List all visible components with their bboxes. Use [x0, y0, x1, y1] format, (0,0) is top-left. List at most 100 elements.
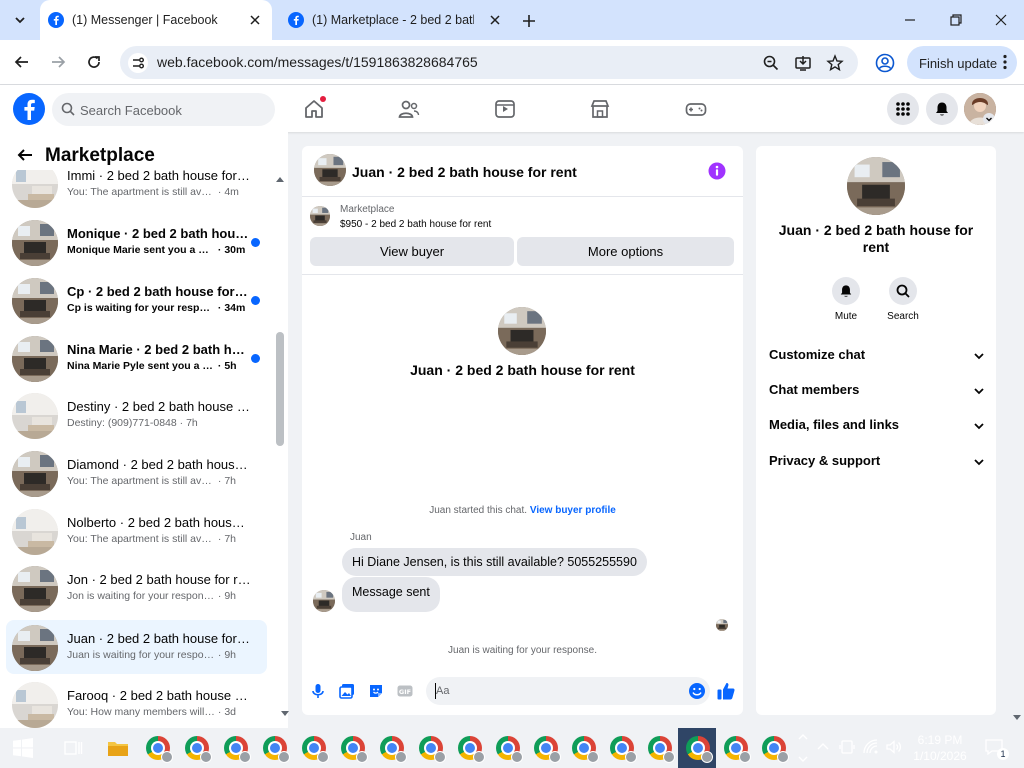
reload-icon[interactable]: [85, 53, 103, 71]
minimize-window-icon[interactable]: [902, 12, 918, 28]
chat-members-section[interactable]: Chat members: [769, 382, 985, 402]
mute-button[interactable]: Mute: [821, 277, 871, 322]
conversation-item[interactable]: Immi · 2 bed 2 bath house for rent You: T…: [6, 170, 267, 211]
friends-icon[interactable]: [397, 97, 421, 121]
back-arrow-icon[interactable]: [13, 53, 31, 71]
message-bubble[interactable]: Message sent: [342, 577, 440, 612]
chevron-up-icon[interactable]: [796, 731, 810, 743]
chat-avatar[interactable]: [314, 154, 346, 186]
chrome-taskbar-icon[interactable]: [724, 736, 751, 763]
view-buyer-button[interactable]: View buyer: [310, 237, 514, 266]
facebook-logo-icon[interactable]: [13, 93, 45, 125]
more-options-button[interactable]: More options: [517, 237, 734, 266]
conversation-item[interactable]: Destiny · 2 bed 2 bath house for rent Des…: [6, 388, 267, 442]
new-tab-plus-icon[interactable]: [520, 12, 538, 30]
task-view-icon[interactable]: [61, 736, 85, 760]
chrome-taskbar-icon[interactable]: [380, 736, 407, 763]
privacy-support-section[interactable]: Privacy & support: [769, 453, 985, 473]
close-tab-icon[interactable]: [488, 13, 502, 27]
conversation-item[interactable]: Nina Marie · 2 bed 2 bath house for rent…: [6, 331, 267, 385]
menu-grid-button[interactable]: [887, 93, 919, 125]
conversation-item[interactable]: Farooq · 2 bed 2 bath house for rent You:…: [6, 677, 267, 728]
chrome-taskbar-icon[interactable]: [341, 736, 368, 763]
address-bar[interactable]: web.facebook.com/messages/t/159186382868…: [120, 46, 858, 79]
chrome-taskbar-icon[interactable]: [572, 736, 599, 763]
chrome-taskbar-icon[interactable]: [185, 736, 212, 763]
facebook-search-input[interactable]: Search Facebook: [52, 93, 275, 126]
customize-chat-section[interactable]: Customize chat: [769, 347, 985, 367]
finish-update-button[interactable]: Finish update: [907, 46, 1017, 79]
chrome-taskbar-icon[interactable]: [146, 736, 173, 763]
tab-messenger[interactable]: (1) Messenger | Facebook: [40, 0, 272, 40]
conversation-item[interactable]: Juan · 2 bed 2 bath house for rent Juan i…: [6, 620, 267, 674]
back-arrow-icon[interactable]: [16, 146, 34, 164]
conversation-item[interactable]: Cp · 2 bed 2 bath house for rent Cp is wa…: [6, 273, 267, 327]
windows-start-icon[interactable]: [13, 738, 33, 758]
action-center-button[interactable]: 1: [984, 738, 1009, 760]
photo-attach-icon[interactable]: [338, 682, 356, 700]
zoom-icon[interactable]: [762, 54, 780, 72]
scroll-up-arrow-icon[interactable]: [274, 174, 286, 184]
menu-grid-icon: [896, 102, 910, 116]
restore-window-icon[interactable]: [948, 12, 964, 28]
chrome-taskbar-icon[interactable]: [648, 736, 675, 763]
view-buyer-profile-link[interactable]: View buyer profile: [530, 505, 616, 516]
show-hidden-icons-chevron-icon[interactable]: [814, 738, 832, 756]
like-thumbs-up-icon[interactable]: [716, 681, 736, 701]
chrome-taskbar-icon[interactable]: [686, 736, 713, 763]
chrome-taskbar-icon[interactable]: [610, 736, 637, 763]
conversation-title: Immi · 2 bed 2 bath house for rent: [67, 170, 251, 183]
chrome-taskbar-icon[interactable]: [263, 736, 290, 763]
details-avatar[interactable]: [847, 157, 905, 215]
chat-title[interactable]: Juan · 2 bed 2 bath house for rent: [352, 164, 577, 180]
media-files-links-section[interactable]: Media, files and links: [769, 417, 985, 437]
separator: ·: [176, 417, 187, 429]
page-scroll-down-arrow-icon[interactable]: [1012, 712, 1022, 722]
conversation-item[interactable]: Jon · 2 bed 2 bath house for rent Jon is …: [6, 561, 267, 615]
device-icon[interactable]: [838, 738, 856, 756]
close-window-icon[interactable]: [993, 12, 1009, 28]
windows-taskbar: 6:19 PM 1/10/2026 1: [0, 728, 1024, 768]
sticker-icon[interactable]: [367, 682, 385, 700]
file-explorer-icon[interactable]: [106, 736, 130, 760]
conversation-title: Diamond · 2 bed 2 bath house for rent: [67, 457, 251, 472]
close-tab-icon[interactable]: [248, 13, 262, 27]
tab-search-dropdown-button[interactable]: [8, 8, 32, 32]
conversation-item[interactable]: Nolberto · 2 bed 2 bath house for rent Yo…: [6, 504, 267, 558]
gif-icon[interactable]: GIF: [396, 682, 414, 700]
forward-arrow-icon[interactable]: [49, 53, 67, 71]
tab-marketplace[interactable]: (1) Marketplace - 2 bed 2 bath house: [280, 0, 512, 40]
scroll-down-arrow-icon[interactable]: [280, 708, 290, 718]
taskbar-clock[interactable]: 6:19 PM 1/10/2026: [900, 732, 980, 764]
chevron-down-icon[interactable]: [796, 753, 810, 765]
taskbar-scroller[interactable]: [796, 728, 810, 768]
wifi-icon[interactable]: [862, 738, 880, 756]
marketplace-icon[interactable]: [588, 97, 612, 121]
gaming-icon[interactable]: [684, 97, 708, 121]
chrome-taskbar-icon[interactable]: [534, 736, 561, 763]
site-settings-icon[interactable]: [128, 53, 148, 73]
notifications-button[interactable]: [926, 93, 958, 125]
message-bubble[interactable]: Hi Diane Jensen, is this still available…: [342, 548, 647, 576]
conversation-item[interactable]: Monique · 2 bed 2 bath house for rent Mon…: [6, 215, 267, 269]
chrome-taskbar-icon[interactable]: [496, 736, 523, 763]
bookmark-star-icon[interactable]: [826, 54, 844, 72]
microphone-icon[interactable]: [309, 682, 327, 700]
watch-icon[interactable]: [493, 97, 517, 121]
chrome-taskbar-icon[interactable]: [419, 736, 446, 763]
conversation-list-scrollbar[interactable]: [274, 170, 286, 728]
conversation-item[interactable]: Diamond · 2 bed 2 bath house for rent You…: [6, 446, 267, 500]
chrome-taskbar-icon[interactable]: [762, 736, 789, 763]
chrome-taskbar-icon[interactable]: [458, 736, 485, 763]
profile-icon[interactable]: [875, 53, 895, 73]
chrome-taskbar-icon[interactable]: [224, 736, 251, 763]
install-app-icon[interactable]: [794, 54, 812, 72]
sender-avatar[interactable]: [313, 590, 335, 612]
account-avatar[interactable]: [964, 93, 996, 125]
message-input[interactable]: Aa: [426, 677, 710, 705]
search-in-conversation-button[interactable]: Search: [878, 277, 928, 322]
scrollbar-thumb[interactable]: [276, 332, 284, 446]
info-icon[interactable]: [708, 162, 726, 180]
chrome-taskbar-icon[interactable]: [302, 736, 329, 763]
emoji-icon[interactable]: [688, 682, 706, 700]
